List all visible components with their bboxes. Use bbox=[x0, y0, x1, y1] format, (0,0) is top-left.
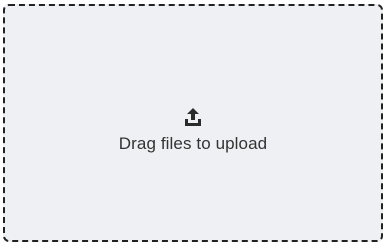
file-dropzone[interactable]: Drag files to upload bbox=[3, 4, 383, 242]
upload-icon bbox=[182, 106, 204, 134]
dropzone-content: Drag files to upload bbox=[119, 106, 267, 154]
dropzone-label: Drag files to upload bbox=[118, 134, 268, 153]
